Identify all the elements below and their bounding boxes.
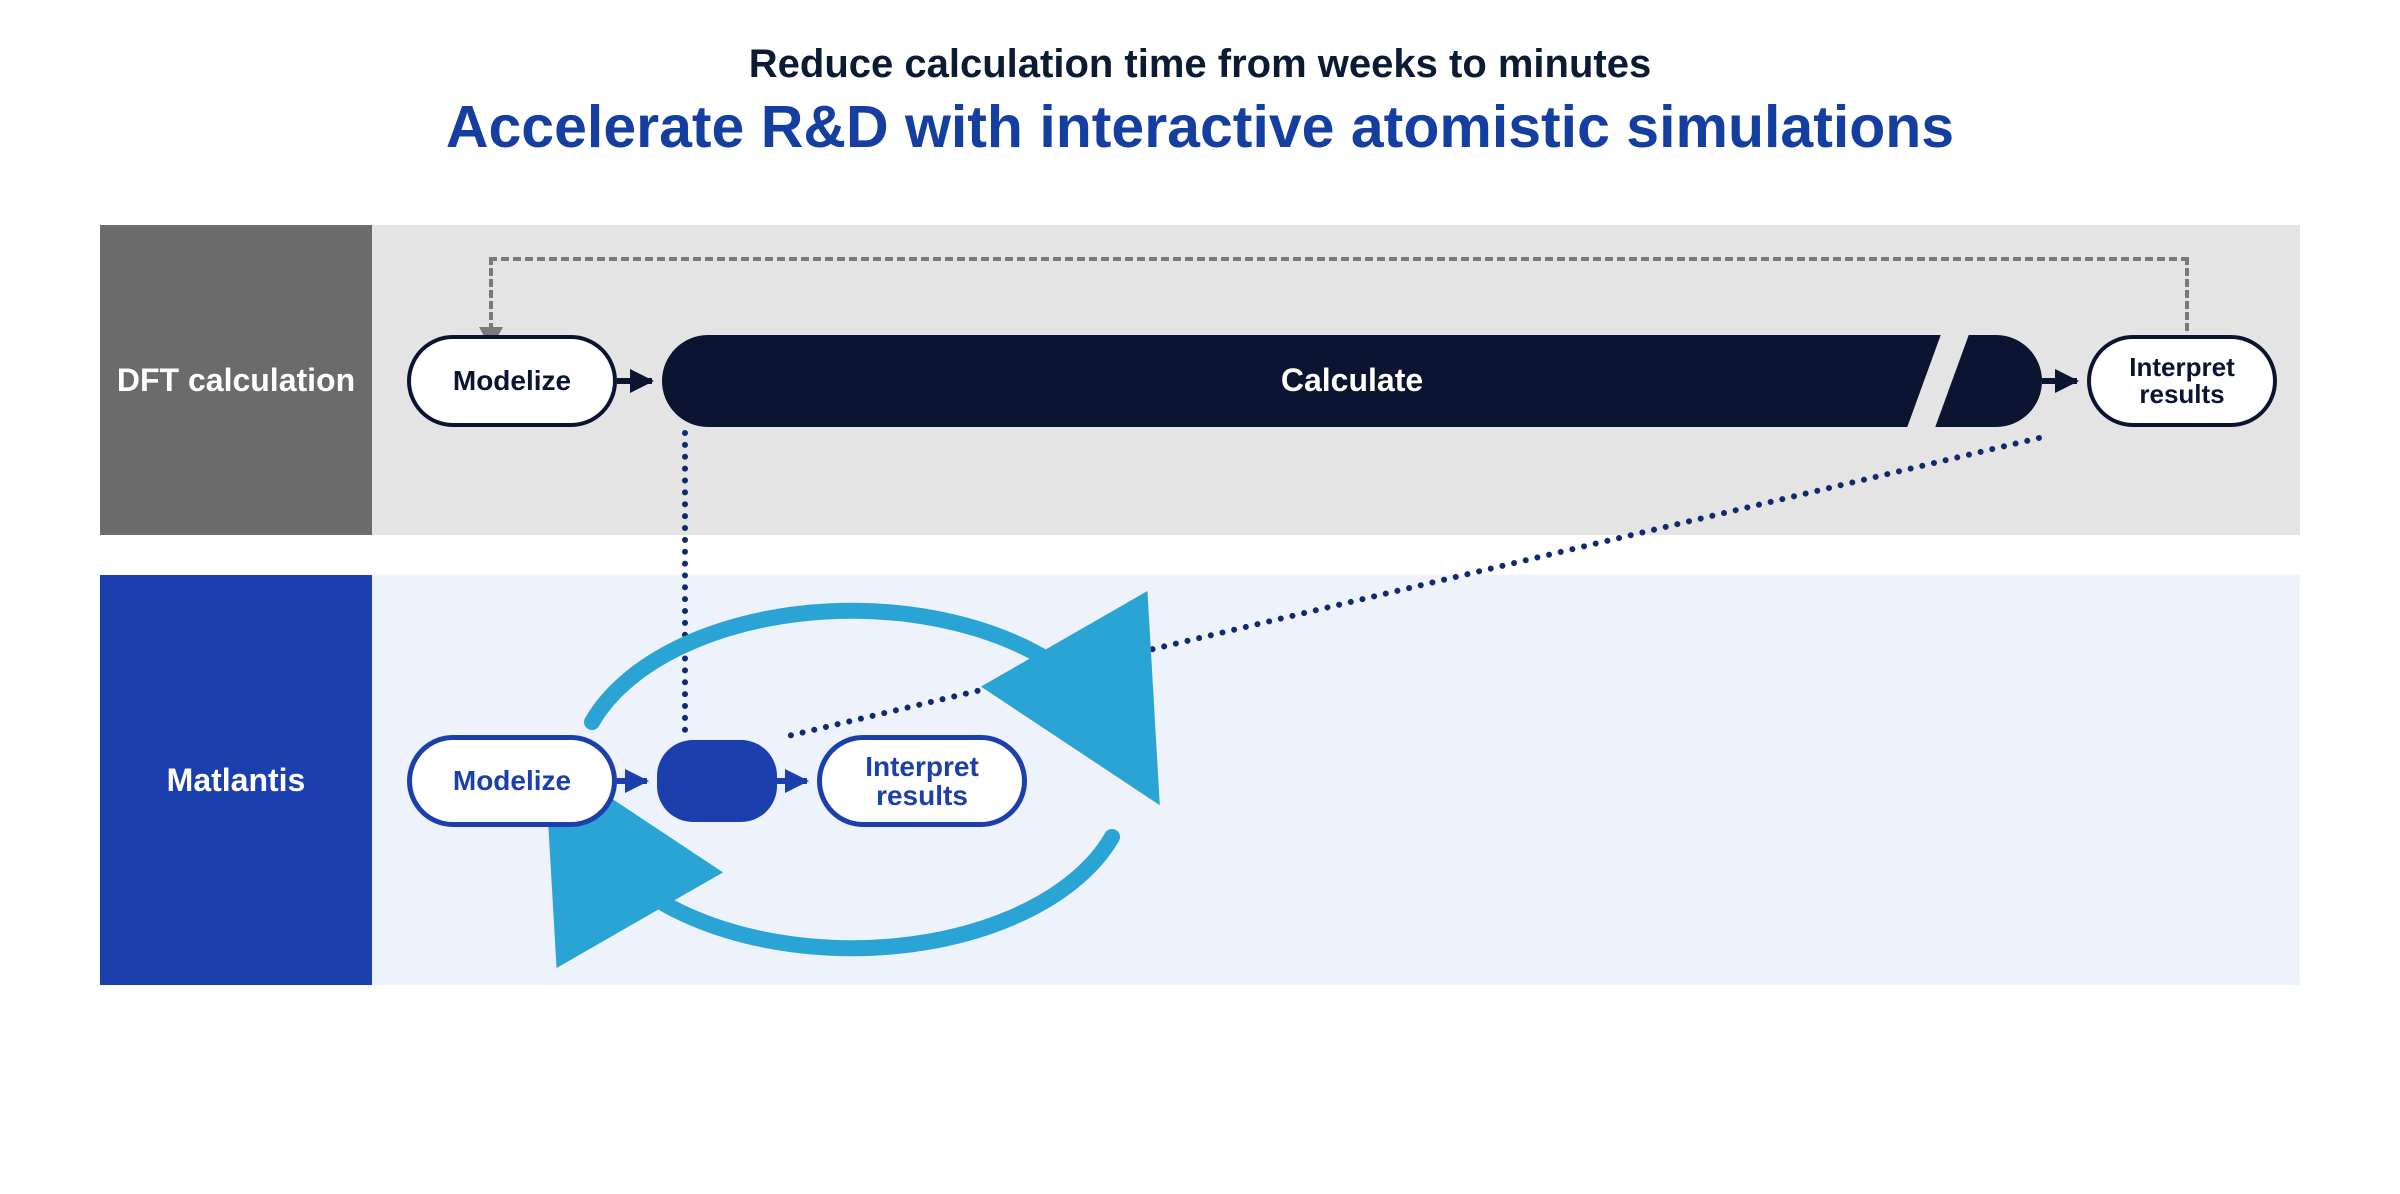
arrow-dft-2 xyxy=(2042,378,2077,384)
page-subtitle: Reduce calculation time from weeks to mi… xyxy=(0,42,2400,87)
row-matlantis: Matlantis Modelize xyxy=(100,575,2300,985)
arrow-mat-1 xyxy=(617,778,647,784)
row-body-dft: Modelize Calculate Interpret results xyxy=(372,225,2300,535)
pill-text: Interpret results xyxy=(865,752,979,811)
row-dft: DFT calculation Modelize Calculate Inter… xyxy=(100,225,2300,535)
arrow-mat-2 xyxy=(777,778,807,784)
connector-vertical xyxy=(682,430,688,733)
row-label-matlantis: Matlantis xyxy=(100,575,372,985)
pill-interpret-dft: Interpret results xyxy=(2087,335,2277,427)
diagram: DFT calculation Modelize Calculate Inter… xyxy=(100,225,2300,1025)
header: Reduce calculation time from weeks to mi… xyxy=(0,0,2400,161)
calc-break-icon xyxy=(1907,335,1968,427)
pill-text: Modelize xyxy=(453,766,571,795)
pill-text: Interpret results xyxy=(2129,354,2234,409)
arrow-dft-1 xyxy=(617,378,652,384)
pill-calculate-dft: Calculate xyxy=(662,335,2042,427)
pill-calculate-matlantis xyxy=(657,740,777,822)
pill-modelize-matlantis: Modelize xyxy=(407,735,617,827)
row-label-dft: DFT calculation xyxy=(100,225,372,535)
pill-text: Calculate xyxy=(1281,364,1423,398)
row-body-matlantis: Modelize Interpret results xyxy=(372,575,2300,985)
pill-text: Modelize xyxy=(453,366,571,395)
pill-interpret-matlantis: Interpret results xyxy=(817,735,1027,827)
page-title: Accelerate R&D with interactive atomisti… xyxy=(0,93,2400,161)
pill-modelize-dft: Modelize xyxy=(407,335,617,427)
dft-feedback-arrow xyxy=(489,257,2189,331)
